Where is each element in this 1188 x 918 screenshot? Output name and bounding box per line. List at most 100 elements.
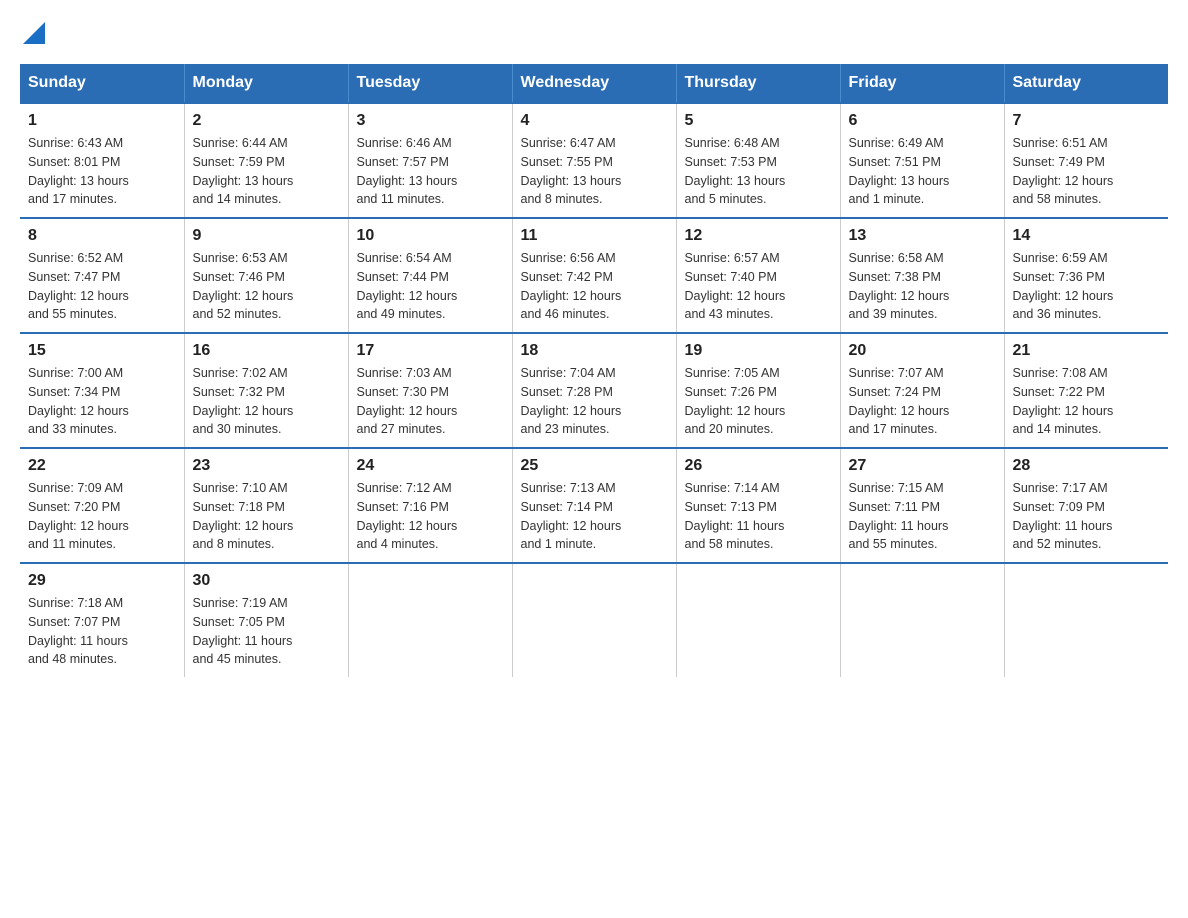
day-number: 25 [521,457,668,475]
day-info: Sunrise: 7:12 AM Sunset: 7:16 PM Dayligh… [357,479,504,554]
day-number: 7 [1013,112,1161,130]
day-number: 12 [685,227,832,245]
day-number: 15 [28,342,176,360]
day-number: 22 [28,457,176,475]
day-number: 14 [1013,227,1161,245]
day-info: Sunrise: 6:47 AM Sunset: 7:55 PM Dayligh… [521,134,668,209]
calendar-day-cell: 19 Sunrise: 7:05 AM Sunset: 7:26 PM Dayli… [676,333,840,448]
calendar-day-cell: 15 Sunrise: 7:00 AM Sunset: 7:34 PM Dayli… [20,333,184,448]
day-number: 24 [357,457,504,475]
day-number: 1 [28,112,176,130]
calendar-day-cell [676,563,840,677]
calendar-day-cell: 8 Sunrise: 6:52 AM Sunset: 7:47 PM Daylig… [20,218,184,333]
day-info: Sunrise: 6:49 AM Sunset: 7:51 PM Dayligh… [849,134,996,209]
day-number: 3 [357,112,504,130]
calendar-day-cell: 28Sunrise: 7:17 AM Sunset: 7:09 PM Dayli… [1004,448,1168,563]
day-number: 2 [193,112,340,130]
day-info: Sunrise: 6:44 AM Sunset: 7:59 PM Dayligh… [193,134,340,209]
page-header [20,20,1168,44]
day-info: Sunrise: 7:13 AM Sunset: 7:14 PM Dayligh… [521,479,668,554]
weekday-header-wednesday: Wednesday [512,64,676,103]
calendar-day-cell: 16Sunrise: 7:02 AM Sunset: 7:32 PM Dayli… [184,333,348,448]
calendar-day-cell: 11 Sunrise: 6:56 AM Sunset: 7:42 PM Dayli… [512,218,676,333]
day-info: Sunrise: 7:14 AM Sunset: 7:13 PM Dayligh… [685,479,832,554]
calendar-day-cell: 18 Sunrise: 7:04 AM Sunset: 7:28 PM Dayli… [512,333,676,448]
day-number: 10 [357,227,504,245]
calendar-day-cell: 5 Sunrise: 6:48 AM Sunset: 7:53 PM Daylig… [676,103,840,218]
calendar-day-cell: 10 Sunrise: 6:54 AM Sunset: 7:44 PM Dayli… [348,218,512,333]
day-info: Sunrise: 6:53 AM Sunset: 7:46 PM Dayligh… [193,249,340,324]
day-info: Sunrise: 6:59 AM Sunset: 7:36 PM Dayligh… [1013,249,1161,324]
calendar-day-cell: 23 Sunrise: 7:10 AM Sunset: 7:18 PM Dayli… [184,448,348,563]
calendar-day-cell: 21Sunrise: 7:08 AM Sunset: 7:22 PM Dayli… [1004,333,1168,448]
day-number: 23 [193,457,340,475]
weekday-header-tuesday: Tuesday [348,64,512,103]
day-info: Sunrise: 7:04 AM Sunset: 7:28 PM Dayligh… [521,364,668,439]
day-number: 16 [193,342,340,360]
calendar-day-cell: 3 Sunrise: 6:46 AM Sunset: 7:57 PM Daylig… [348,103,512,218]
day-info: Sunrise: 7:18 AM Sunset: 7:07 PM Dayligh… [28,594,176,669]
day-number: 9 [193,227,340,245]
day-info: Sunrise: 6:51 AM Sunset: 7:49 PM Dayligh… [1013,134,1161,209]
day-info: Sunrise: 7:03 AM Sunset: 7:30 PM Dayligh… [357,364,504,439]
calendar-day-cell: 4 Sunrise: 6:47 AM Sunset: 7:55 PM Daylig… [512,103,676,218]
day-info: Sunrise: 7:17 AM Sunset: 7:09 PM Dayligh… [1013,479,1161,554]
calendar-day-cell: 17 Sunrise: 7:03 AM Sunset: 7:30 PM Dayli… [348,333,512,448]
logo-triangle-icon [23,22,45,44]
calendar-day-cell: 12 Sunrise: 6:57 AM Sunset: 7:40 PM Dayli… [676,218,840,333]
calendar-week-row: 22 Sunrise: 7:09 AM Sunset: 7:20 PM Dayli… [20,448,1168,563]
day-number: 27 [849,457,996,475]
day-number: 11 [521,227,668,245]
calendar-day-cell [1004,563,1168,677]
day-info: Sunrise: 6:43 AM Sunset: 8:01 PM Dayligh… [28,134,176,209]
calendar-week-row: 1 Sunrise: 6:43 AM Sunset: 8:01 PM Daylig… [20,103,1168,218]
day-number: 20 [849,342,996,360]
day-info: Sunrise: 7:10 AM Sunset: 7:18 PM Dayligh… [193,479,340,554]
weekday-header-saturday: Saturday [1004,64,1168,103]
calendar-day-cell: 14 Sunrise: 6:59 AM Sunset: 7:36 PM Dayli… [1004,218,1168,333]
day-info: Sunrise: 6:57 AM Sunset: 7:40 PM Dayligh… [685,249,832,324]
day-info: Sunrise: 7:07 AM Sunset: 7:24 PM Dayligh… [849,364,996,439]
calendar-day-cell: 9 Sunrise: 6:53 AM Sunset: 7:46 PM Daylig… [184,218,348,333]
calendar-day-cell [512,563,676,677]
calendar-week-row: 29 Sunrise: 7:18 AM Sunset: 7:07 PM Dayli… [20,563,1168,677]
day-info: Sunrise: 6:58 AM Sunset: 7:38 PM Dayligh… [849,249,996,324]
day-info: Sunrise: 7:05 AM Sunset: 7:26 PM Dayligh… [685,364,832,439]
calendar-day-cell: 26 Sunrise: 7:14 AM Sunset: 7:13 PM Dayli… [676,448,840,563]
day-number: 17 [357,342,504,360]
day-number: 30 [193,572,340,590]
calendar-day-cell [840,563,1004,677]
day-info: Sunrise: 7:09 AM Sunset: 7:20 PM Dayligh… [28,479,176,554]
calendar-day-cell: 20 Sunrise: 7:07 AM Sunset: 7:24 PM Dayli… [840,333,1004,448]
day-info: Sunrise: 7:19 AM Sunset: 7:05 PM Dayligh… [193,594,340,669]
day-info: Sunrise: 6:52 AM Sunset: 7:47 PM Dayligh… [28,249,176,324]
weekday-header-sunday: Sunday [20,64,184,103]
calendar-day-cell: 1 Sunrise: 6:43 AM Sunset: 8:01 PM Daylig… [20,103,184,218]
calendar-day-cell: 7 Sunrise: 6:51 AM Sunset: 7:49 PM Daylig… [1004,103,1168,218]
day-info: Sunrise: 6:46 AM Sunset: 7:57 PM Dayligh… [357,134,504,209]
day-number: 8 [28,227,176,245]
calendar-day-cell: 29 Sunrise: 7:18 AM Sunset: 7:07 PM Dayli… [20,563,184,677]
day-number: 5 [685,112,832,130]
calendar-week-row: 8 Sunrise: 6:52 AM Sunset: 7:47 PM Daylig… [20,218,1168,333]
day-number: 19 [685,342,832,360]
calendar-day-cell: 6 Sunrise: 6:49 AM Sunset: 7:51 PM Daylig… [840,103,1004,218]
calendar-day-cell: 24 Sunrise: 7:12 AM Sunset: 7:16 PM Dayli… [348,448,512,563]
day-number: 6 [849,112,996,130]
weekday-header-thursday: Thursday [676,64,840,103]
calendar-day-cell: 25 Sunrise: 7:13 AM Sunset: 7:14 PM Dayli… [512,448,676,563]
day-number: 4 [521,112,668,130]
day-number: 29 [28,572,176,590]
day-number: 26 [685,457,832,475]
calendar-day-cell [348,563,512,677]
logo [20,20,45,44]
day-info: Sunrise: 6:48 AM Sunset: 7:53 PM Dayligh… [685,134,832,209]
weekday-header-friday: Friday [840,64,1004,103]
weekday-header-row: SundayMondayTuesdayWednesdayThursdayFrid… [20,64,1168,103]
day-number: 21 [1013,342,1161,360]
day-info: Sunrise: 6:56 AM Sunset: 7:42 PM Dayligh… [521,249,668,324]
day-number: 18 [521,342,668,360]
calendar-day-cell: 13Sunrise: 6:58 AM Sunset: 7:38 PM Dayli… [840,218,1004,333]
day-info: Sunrise: 7:00 AM Sunset: 7:34 PM Dayligh… [28,364,176,439]
day-info: Sunrise: 6:54 AM Sunset: 7:44 PM Dayligh… [357,249,504,324]
